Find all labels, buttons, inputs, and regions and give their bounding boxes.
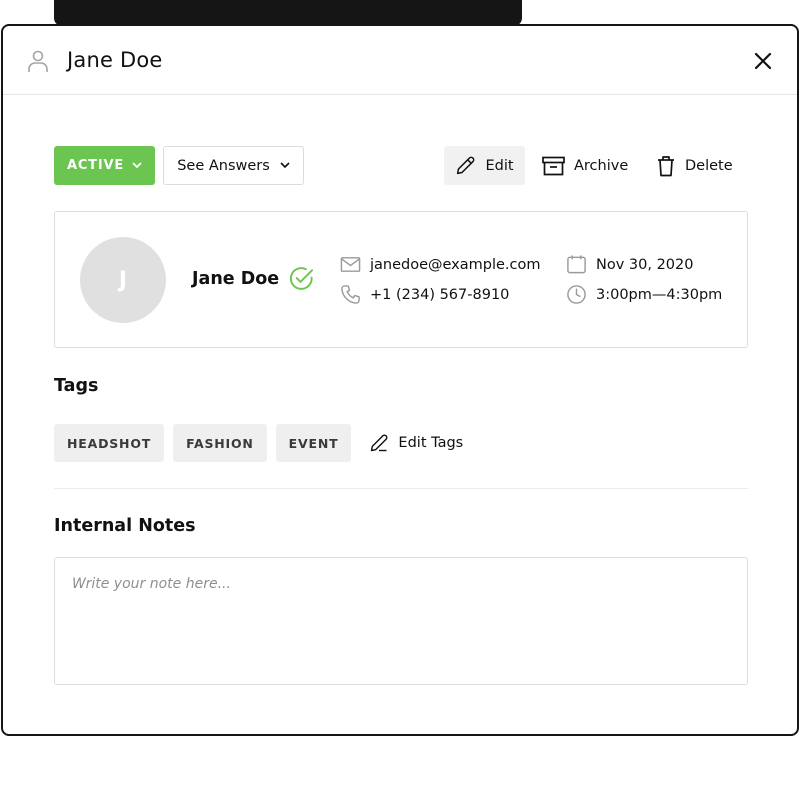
- internal-notes-title: Internal Notes: [54, 516, 196, 536]
- tag-chip[interactable]: FASHION: [173, 424, 267, 462]
- avatar: J: [80, 237, 166, 323]
- mail-icon: [340, 257, 361, 272]
- chevron-down-icon: [132, 162, 142, 169]
- contact-email[interactable]: janedoe@example.com: [340, 254, 541, 275]
- phone-text: +1 (234) 567-8910: [370, 286, 510, 303]
- contact-modal: Jane Doe ACTIVE See Answers Edit Archive…: [1, 24, 799, 736]
- phone-icon: [341, 285, 360, 304]
- date-text: Nov 30, 2020: [596, 256, 694, 273]
- tag-list: HEADSHOT FASHION EVENT Edit Tags: [54, 424, 463, 462]
- internal-notes-input[interactable]: [54, 557, 748, 685]
- see-answers-dropdown[interactable]: See Answers: [163, 146, 304, 185]
- email-text: janedoe@example.com: [370, 256, 541, 273]
- tags-title: Tags: [54, 376, 99, 396]
- trash-icon: [658, 155, 674, 176]
- archive-label: Archive: [574, 157, 629, 174]
- pencil-icon: [457, 156, 475, 175]
- check-circle-icon: [289, 267, 314, 290]
- archive-box-icon: [542, 156, 565, 175]
- clock-icon: [567, 285, 586, 304]
- edit-label: Edit: [485, 157, 514, 174]
- archive-button[interactable]: Archive: [542, 146, 628, 185]
- delete-button[interactable]: Delete: [656, 146, 733, 185]
- edit-tags-button[interactable]: Edit Tags: [369, 433, 463, 453]
- user-icon: [28, 50, 48, 72]
- see-answers-label: See Answers: [177, 157, 270, 174]
- calendar-icon: [567, 255, 586, 274]
- appointment-time: 3:00pm—4:30pm: [566, 284, 722, 305]
- chevron-down-icon: [280, 162, 290, 169]
- edit-tags-label: Edit Tags: [398, 435, 464, 451]
- tag-chip[interactable]: HEADSHOT: [54, 424, 165, 462]
- status-label: ACTIVE: [66, 158, 125, 173]
- modal-title: Jane Doe: [67, 48, 163, 72]
- contact-phone[interactable]: +1 (234) 567-8910: [340, 284, 509, 305]
- contact-name: Jane Doe: [192, 269, 280, 289]
- modal-header: Jane Doe: [3, 26, 797, 95]
- time-text: 3:00pm—4:30pm: [596, 286, 723, 303]
- contact-card: J Jane Doe janedoe@example.com +1 (234) …: [54, 211, 748, 348]
- section-divider: [54, 488, 748, 489]
- status-dropdown-button[interactable]: ACTIVE: [54, 146, 155, 185]
- tag-chip[interactable]: EVENT: [275, 424, 352, 462]
- delete-label: Delete: [685, 157, 733, 174]
- background-window-tab: [54, 0, 522, 26]
- close-icon[interactable]: [753, 51, 773, 71]
- edit-button[interactable]: Edit: [444, 146, 525, 185]
- action-toolbar: ACTIVE See Answers Edit Archive Delete: [54, 146, 746, 185]
- pencil-icon: [371, 434, 388, 452]
- appointment-date: Nov 30, 2020: [566, 254, 693, 275]
